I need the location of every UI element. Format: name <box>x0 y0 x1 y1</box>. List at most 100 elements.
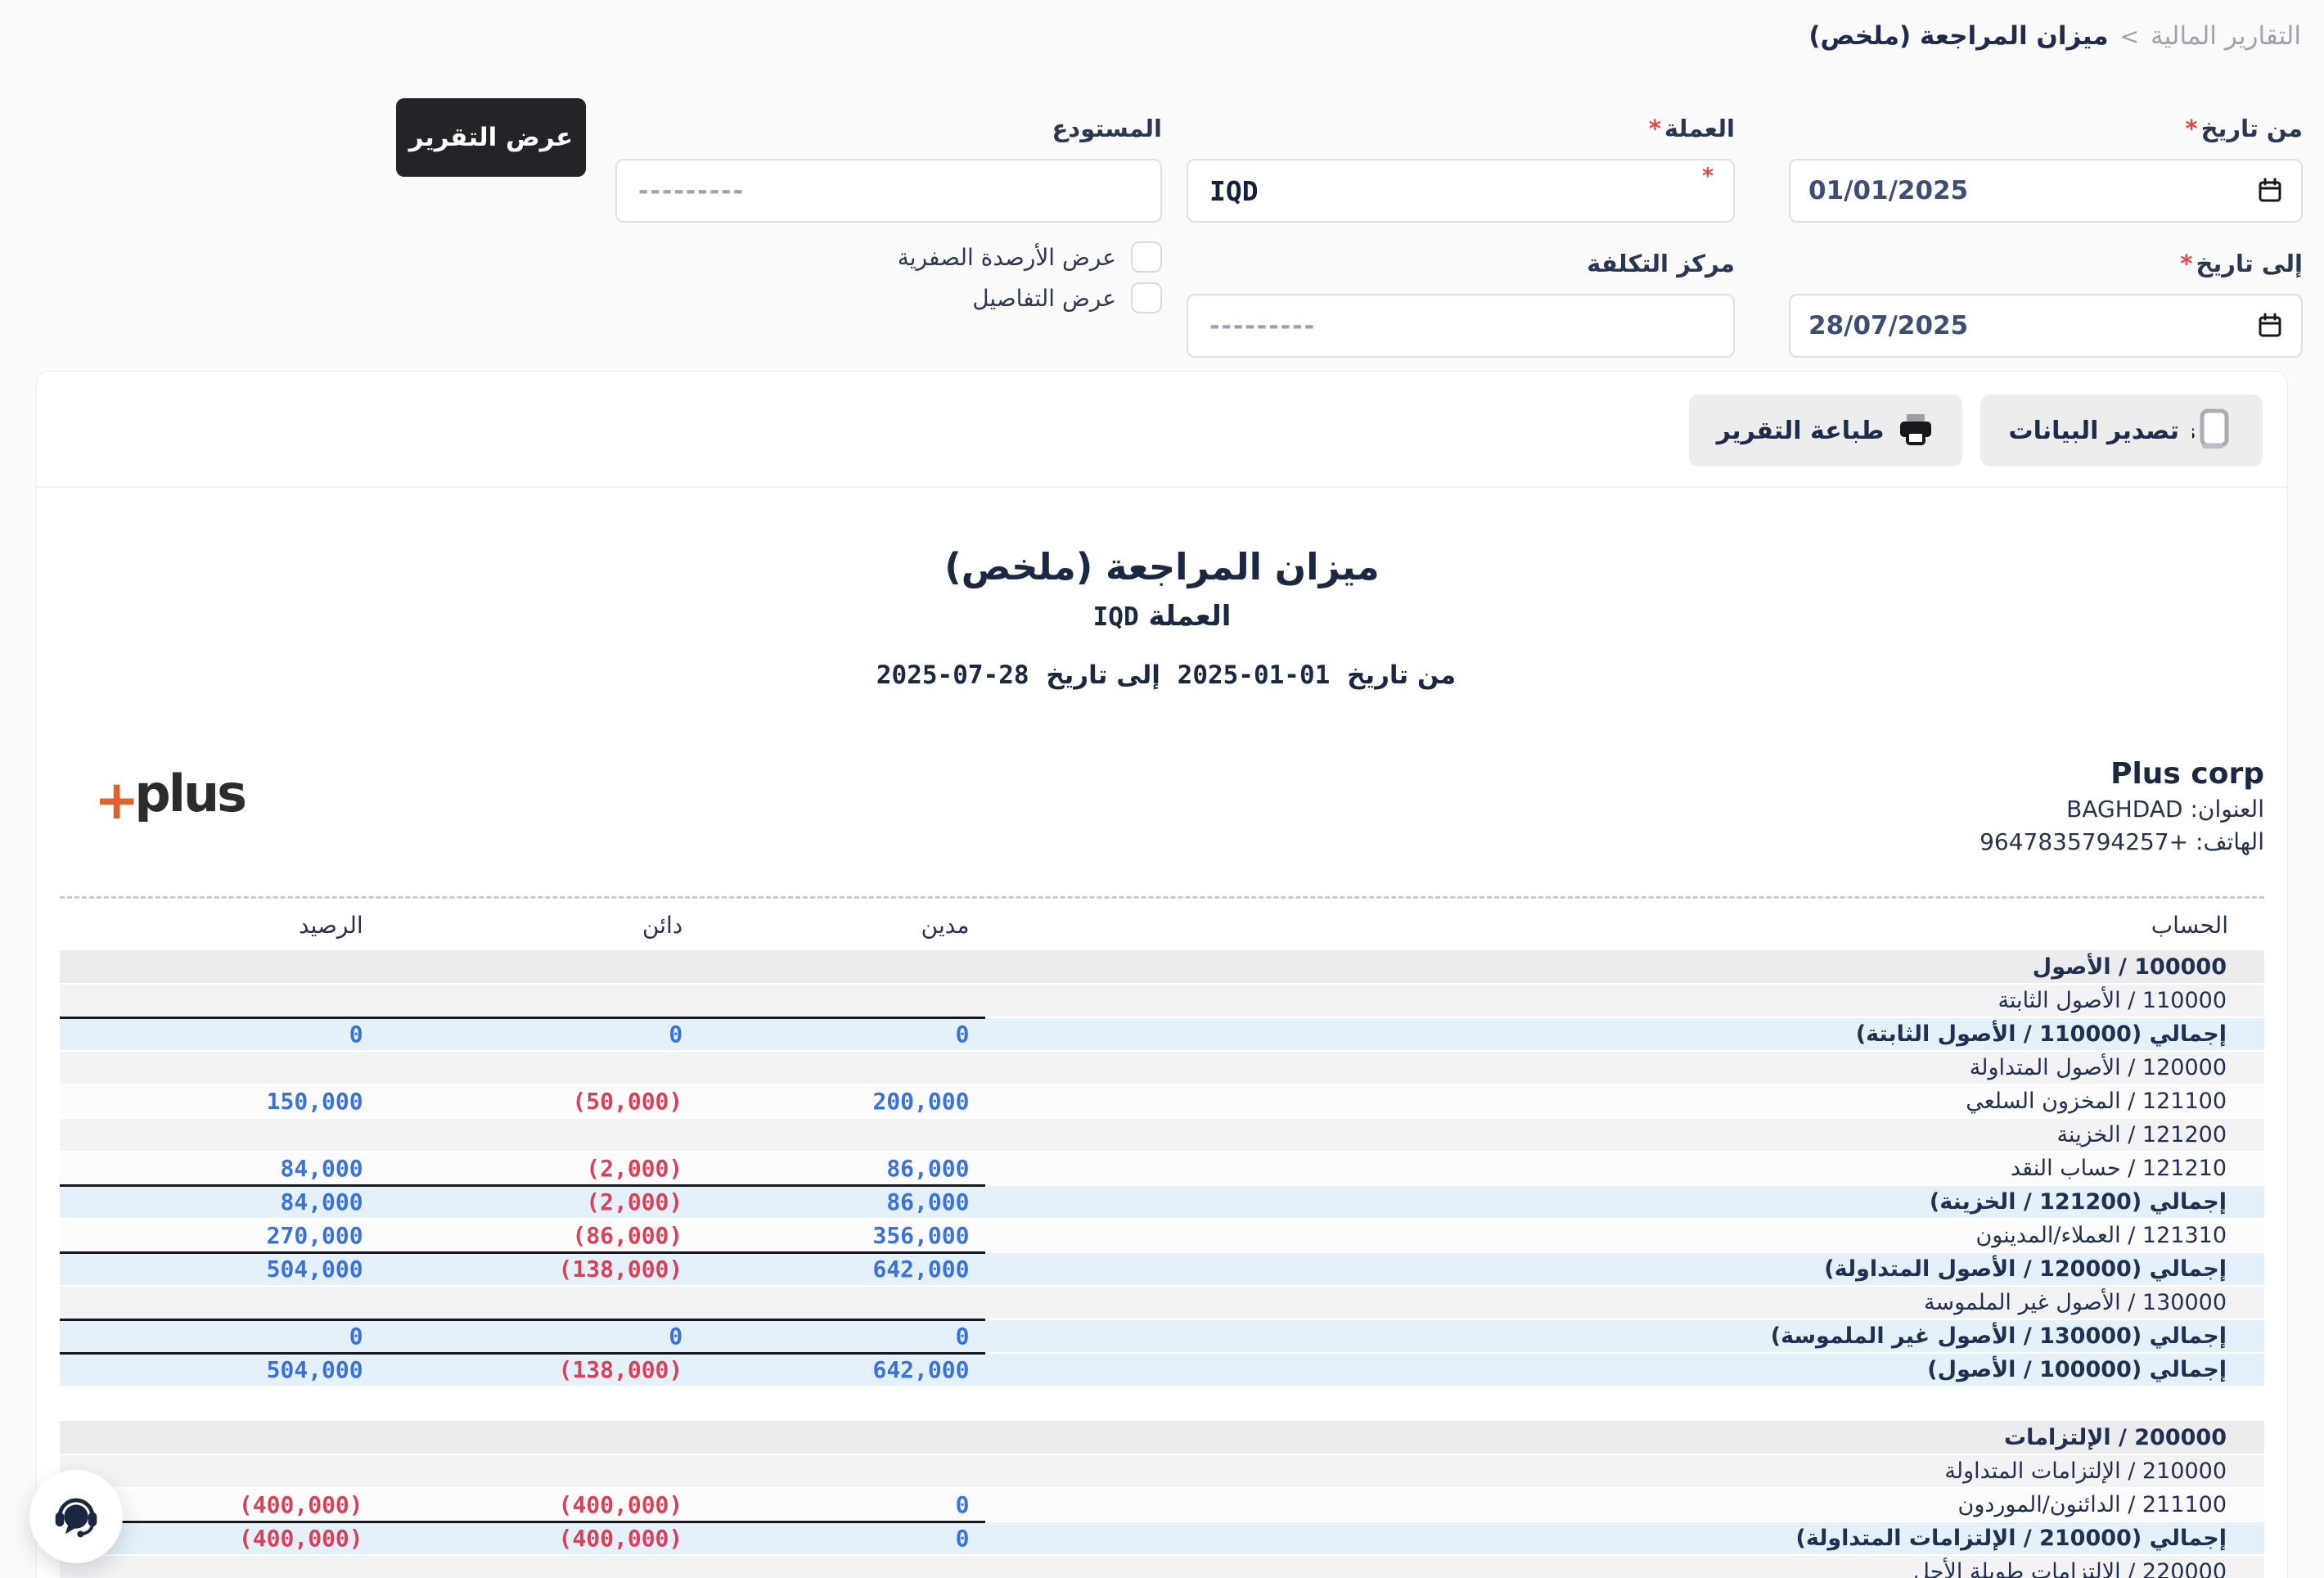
company-phone: الهاتف: +9647835794257 <box>1979 826 2264 859</box>
account-cell: 100000 / الأصول <box>985 950 2264 984</box>
company-section: Plus corp العنوان: BAGHDAD الهاتف: +9647… <box>37 755 2287 859</box>
show-zero-balances-label[interactable]: عرض الأرصدة الصفرية <box>898 244 1116 271</box>
credit-column-header: دائن <box>380 899 700 950</box>
debit-cell: 0 <box>699 1319 985 1353</box>
table-row: إجمالي (210000 / الإلتزامات المتداولة)0(… <box>60 1522 2264 1555</box>
from-date-group: من تاريخ* 01/01/2025 <box>1789 115 2303 223</box>
table-spacer-row <box>60 1386 2264 1421</box>
credit-cell: (400,000) <box>380 1522 700 1555</box>
currency-select[interactable]: * IQD <box>1187 159 1735 223</box>
credit-cell <box>380 1454 700 1488</box>
credit-cell <box>380 1118 700 1152</box>
cost-center-placeholder: --------- <box>1209 312 1316 340</box>
balance-cell: 0 <box>60 1017 380 1051</box>
balance-cell: 150,000 <box>60 1084 380 1118</box>
account-cell: إجمالي (120000 / الأصول المتداولة) <box>985 1252 2264 1286</box>
debit-cell: 0 <box>699 1488 985 1522</box>
report-date-range: من تاريخ 2025-01-01 إلى تاريخ 2025-07-28 <box>37 661 2287 690</box>
report-range-from: 2025-01-01 <box>1178 661 1331 690</box>
table-row: 121210 / حساب النقد86,000(2,000)84,000 <box>60 1152 2264 1185</box>
account-cell: 110000 / الأصول الثابتة <box>985 984 2264 1017</box>
credit-cell: (2,000) <box>380 1152 700 1185</box>
account-cell: 121200 / الخزينة <box>985 1118 2264 1152</box>
support-chat-button[interactable] <box>29 1470 123 1563</box>
required-star: * <box>1702 164 1714 189</box>
account-cell: 121100 / المخزون السلعي <box>985 1084 2264 1118</box>
debit-cell <box>699 1118 985 1152</box>
report-table-body: 100000 / الأصول110000 / الأصول الثابتةإج… <box>60 950 2264 1578</box>
export-data-button[interactable]: XLS تصدير البيانات <box>1980 394 2263 467</box>
report-range-to: 2025-07-28 <box>876 661 1029 690</box>
credit-cell <box>380 1051 700 1084</box>
logo-text: plus <box>134 764 245 823</box>
breadcrumb-current: ميزان المراجعة (ملخص) <box>1808 21 2108 51</box>
currency-group: العملة* * IQD <box>1187 115 1735 223</box>
show-details-checkbox[interactable] <box>1131 282 1162 313</box>
balance-cell <box>60 1118 380 1152</box>
view-report-button[interactable]: عرض التقرير <box>396 98 586 177</box>
credit-cell: (400,000) <box>380 1488 700 1522</box>
report-title: ميزان المراجعة (ملخص) <box>37 545 2287 588</box>
account-cell: إجمالي (121200 / الخزينة) <box>985 1185 2264 1219</box>
debit-cell <box>699 984 985 1017</box>
from-date-label: من تاريخ* <box>1789 115 2303 142</box>
table-row: 130000 / الأصول غير الملموسة <box>60 1286 2264 1319</box>
company-address: العنوان: BAGHDAD <box>1979 793 2264 826</box>
xls-file-icon: XLS <box>2192 408 2235 453</box>
credit-cell <box>380 950 700 984</box>
debit-cell <box>699 950 985 984</box>
balance-cell <box>60 1421 380 1454</box>
currency-label: العملة* <box>1187 115 1735 142</box>
breadcrumb-separator: > <box>2120 23 2139 50</box>
trial-balance-page: التقارير المالية > ميزان المراجعة (ملخص) م… <box>0 0 2324 1578</box>
account-cell: 210000 / الإلتزامات المتداولة <box>985 1454 2264 1488</box>
calendar-icon[interactable] <box>2257 312 2283 340</box>
table-row: 120000 / الأصول المتداولة <box>60 1051 2264 1084</box>
account-cell: 121210 / حساب النقد <box>985 1152 2264 1185</box>
cost-center-select[interactable]: --------- <box>1187 294 1735 358</box>
company-info: Plus corp العنوان: BAGHDAD الهاتف: +9647… <box>1979 755 2264 859</box>
account-cell: 121310 / العملاء/المدينون <box>985 1219 2264 1252</box>
account-cell: إجمالي (210000 / الإلتزامات المتداولة) <box>985 1522 2264 1555</box>
print-report-label: طباعة التقرير <box>1717 417 1885 445</box>
breadcrumb-parent[interactable]: التقارير المالية <box>2151 21 2301 51</box>
table-row: 200000 / الإلتزامات <box>60 1421 2264 1454</box>
balance-cell: 0 <box>60 1319 380 1353</box>
debit-cell <box>699 1286 985 1319</box>
credit-cell <box>380 984 700 1017</box>
currency-value: IQD <box>1209 175 1259 207</box>
account-column-header: الحساب <box>985 899 2264 950</box>
from-date-input[interactable]: 01/01/2025 <box>1789 159 2303 223</box>
balance-cell: 270,000 <box>60 1219 380 1252</box>
balance-cell: 504,000 <box>60 1252 380 1286</box>
to-date-value: 28/07/2025 <box>1808 311 1968 340</box>
calendar-icon[interactable] <box>2257 177 2283 205</box>
company-logo: + plus <box>94 764 245 823</box>
warehouse-select[interactable]: --------- <box>615 159 1162 223</box>
from-date-value: 01/01/2025 <box>1808 176 1968 205</box>
export-data-label: تصدير البيانات <box>2008 417 2179 445</box>
balance-cell: 84,000 <box>60 1152 380 1185</box>
show-details-row: عرض التفاصيل <box>972 282 1162 313</box>
to-date-label: إلى تاريخ* <box>1789 250 2303 277</box>
cost-center-group: مركز التكلفة --------- <box>1187 250 1735 358</box>
company-name: Plus corp <box>1979 755 2264 793</box>
credit-cell <box>380 1286 700 1319</box>
svg-text:XLS: XLS <box>2192 426 2196 443</box>
show-zero-balances-checkbox[interactable] <box>1131 241 1162 273</box>
debit-cell <box>699 1421 985 1454</box>
credit-cell: (2,000) <box>380 1185 700 1219</box>
account-cell: 220000 / الإلتزامات طويلة الأجل <box>985 1555 2264 1578</box>
required-star: * <box>2180 250 2192 277</box>
table-row: إجمالي (110000 / الأصول الثابتة)000 <box>60 1017 2264 1051</box>
account-cell: 120000 / الأصول المتداولة <box>985 1051 2264 1084</box>
debit-cell: 356,000 <box>699 1219 985 1252</box>
table-row: 121100 / المخزون السلعي200,000(50,000)15… <box>60 1084 2264 1118</box>
report-currency-line: العملة IQD <box>37 600 2287 633</box>
cost-center-label: مركز التكلفة <box>1187 250 1735 277</box>
credit-cell: (138,000) <box>380 1353 700 1386</box>
print-report-button[interactable]: طباعة التقرير <box>1689 394 1963 467</box>
show-details-label[interactable]: عرض التفاصيل <box>972 285 1116 312</box>
to-date-input[interactable]: 28/07/2025 <box>1789 294 2303 358</box>
account-cell: إجمالي (130000 / الأصول غير الملموسة) <box>985 1319 2264 1353</box>
